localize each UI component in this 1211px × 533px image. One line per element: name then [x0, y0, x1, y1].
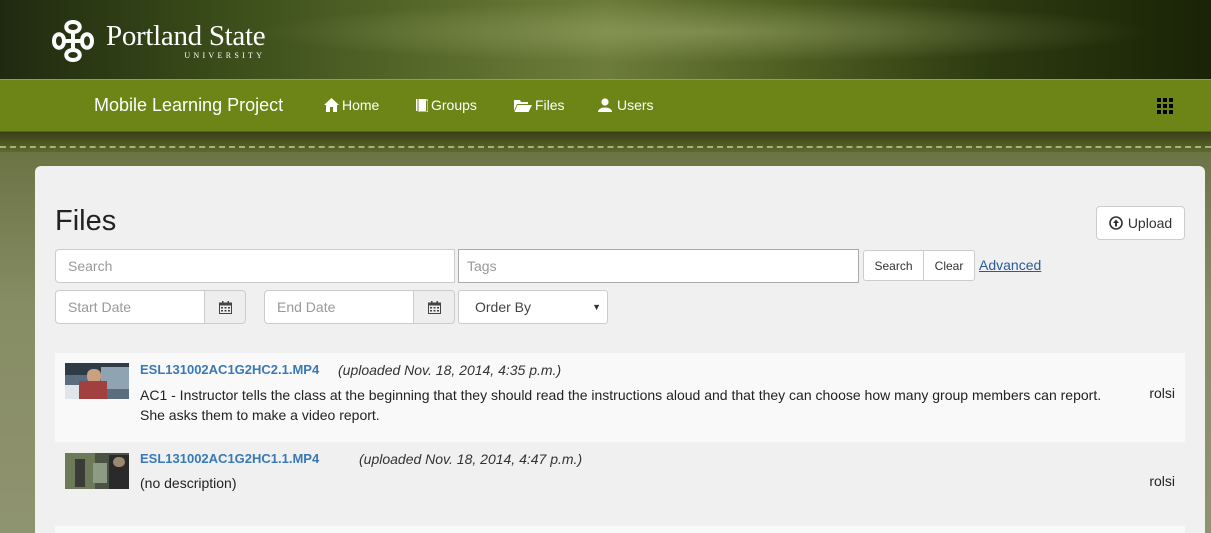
nav-item-home[interactable]: Home — [324, 97, 379, 113]
search-input[interactable]: Search — [55, 249, 455, 283]
file-name-link[interactable]: ESL131002AC1G2HC1.1.MP4 — [140, 451, 319, 466]
advanced-search-link[interactable]: Advanced — [979, 257, 1041, 273]
nav-groups-label: Groups — [431, 97, 477, 113]
calendar-icon — [218, 300, 232, 314]
end-date-input[interactable]: End Date — [264, 290, 414, 324]
upload-label: Upload — [1127, 215, 1173, 231]
file-description: AC1 - Instructor tells the class at the … — [140, 385, 1140, 425]
search-button[interactable]: Search — [863, 250, 924, 281]
description-line: AC1 - Instructor tells the class at the … — [140, 387, 1102, 403]
file-owner: rolsi — [1149, 473, 1175, 489]
logo-subtitle: UNIVERSITY — [184, 51, 266, 60]
nav-files-label: Files — [535, 97, 565, 113]
order-by-select[interactable]: Order By ▼ — [458, 290, 608, 324]
video-thumbnail[interactable] — [65, 363, 129, 399]
thumbnail-image — [65, 453, 129, 489]
order-by-value: Order By — [475, 299, 532, 315]
files-panel: Files Upload Search Tags Search Clear Ad… — [35, 166, 1205, 533]
divider-strip — [0, 132, 1211, 152]
home-icon — [324, 98, 339, 112]
file-list-item: ESL131002AC1G2HC1.1.MP4 (uploaded Nov. 1… — [55, 442, 1185, 522]
file-name-link[interactable]: ESL131002AC1G2HC2.1.MP4 — [140, 362, 319, 377]
user-icon — [598, 98, 612, 112]
upload-timestamp: (uploaded Nov. 18, 2014, 4:47 p.m.) — [359, 451, 583, 467]
logo-name: Portland State — [106, 20, 266, 52]
book-icon — [416, 99, 428, 112]
nav-item-groups[interactable]: Groups — [415, 97, 477, 113]
start-date-input[interactable]: Start Date — [55, 290, 205, 324]
upload-icon — [1109, 216, 1123, 230]
description-line: (no description) — [140, 475, 237, 491]
file-list-item: ESL131002AC1G2HC2.1.MP4 (uploaded Nov. 1… — [55, 353, 1185, 442]
psu-logo-icon — [51, 19, 95, 63]
file-list-item — [55, 526, 1185, 533]
description-line: She asks them to make a video report. — [140, 407, 380, 423]
clear-button[interactable]: Clear — [923, 250, 975, 281]
calendar-icon — [427, 300, 441, 314]
upload-button[interactable]: Upload — [1096, 206, 1185, 240]
nav-home-label: Home — [342, 97, 380, 113]
upload-timestamp: (uploaded Nov. 18, 2014, 4:35 p.m.) — [338, 362, 562, 378]
nav-users-label: Users — [617, 97, 654, 113]
folder-open-icon — [514, 99, 532, 112]
nav-item-users[interactable]: Users — [598, 97, 654, 113]
thumbnail-image — [65, 363, 129, 399]
navbar: Mobile Learning Project Home Groups File… — [0, 79, 1211, 132]
chevron-down-icon: ▼ — [592, 302, 601, 312]
psu-logo[interactable]: Portland State UNIVERSITY — [50, 18, 266, 64]
video-thumbnail[interactable] — [65, 453, 129, 489]
page-title: Files — [55, 205, 117, 237]
nav-item-files[interactable]: Files — [514, 97, 565, 113]
grid-icon[interactable] — [1157, 98, 1173, 114]
brand-link[interactable]: Mobile Learning Project — [94, 95, 283, 116]
end-date-calendar-button[interactable] — [413, 290, 455, 324]
file-owner: rolsi — [1149, 385, 1175, 401]
tags-input[interactable]: Tags — [458, 249, 859, 283]
start-date-calendar-button[interactable] — [204, 290, 246, 324]
file-description: (no description) — [140, 473, 1140, 493]
